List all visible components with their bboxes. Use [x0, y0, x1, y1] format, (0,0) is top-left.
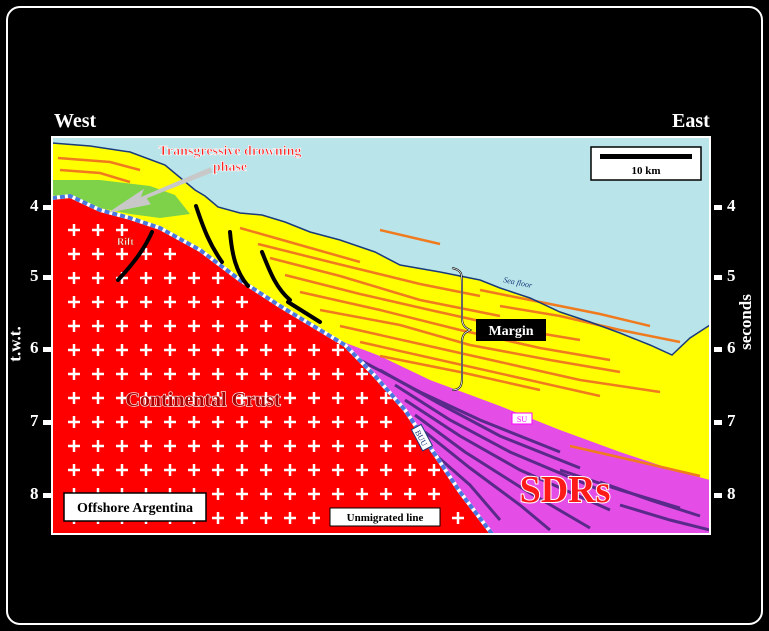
rift-label: Rift — [117, 237, 134, 248]
scale-bar — [600, 154, 692, 159]
transgressive-label-line2: phase — [213, 160, 247, 175]
seismic-section: Transgressive drowning phase Rift Sea fl… — [51, 136, 711, 535]
continental-crust-label: Continental Crust — [125, 389, 280, 411]
unmigrated-label: Unmigrated line — [347, 512, 424, 524]
margin-label: Margin — [488, 324, 533, 339]
transgressive-label-line1: Transgressive drowning — [159, 144, 302, 159]
sdrs-label: SDRs — [520, 469, 611, 511]
su-label: SU — [517, 415, 527, 424]
offshore-label: Offshore Argentina — [77, 501, 193, 516]
scale-label: 10 km — [631, 165, 660, 177]
